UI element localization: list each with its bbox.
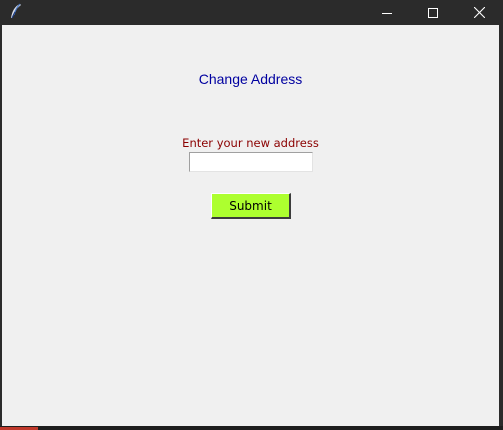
close-icon (473, 7, 485, 18)
address-input[interactable] (189, 152, 313, 172)
feather-icon (9, 3, 23, 19)
submit-button[interactable]: Submit (211, 193, 291, 219)
maximize-button[interactable] (410, 0, 456, 25)
page-title: Change Address (198, 71, 303, 87)
window-bottom-edge (0, 426, 503, 430)
title-bar[interactable] (0, 0, 503, 25)
minimize-icon (382, 8, 392, 18)
address-prompt-label: Enter your new address (182, 136, 319, 150)
maximize-icon (428, 7, 438, 18)
close-button[interactable] (456, 0, 502, 25)
app-window: Change Address Enter your new address Su… (0, 0, 503, 430)
minimize-button[interactable] (364, 0, 410, 25)
client-area: Change Address Enter your new address Su… (2, 25, 499, 426)
